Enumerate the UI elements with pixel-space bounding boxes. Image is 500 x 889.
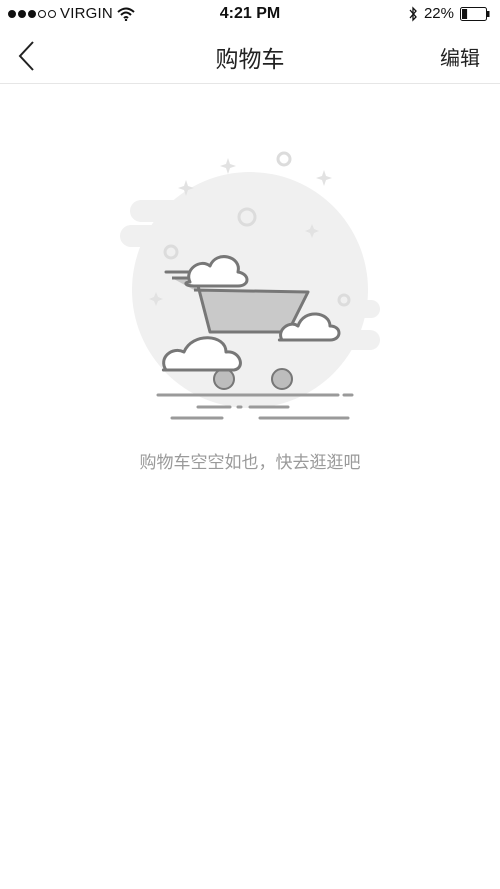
navigation-bar: 购物车 编辑 bbox=[0, 28, 500, 84]
page-title: 购物车 bbox=[215, 46, 285, 72]
status-right: 22% bbox=[408, 5, 490, 22]
empty-cart-message: 购物车空空如也，快去逛逛吧 bbox=[139, 453, 361, 472]
bluetooth-icon bbox=[409, 5, 417, 22]
status-bar: VIRGIN 4:21 PM 22% bbox=[0, 0, 500, 28]
battery-icon bbox=[460, 6, 490, 21]
battery-percent: 22% bbox=[423, 5, 454, 22]
empty-cart-illustration bbox=[120, 151, 380, 420]
edit-button[interactable]: 编辑 bbox=[440, 42, 480, 71]
